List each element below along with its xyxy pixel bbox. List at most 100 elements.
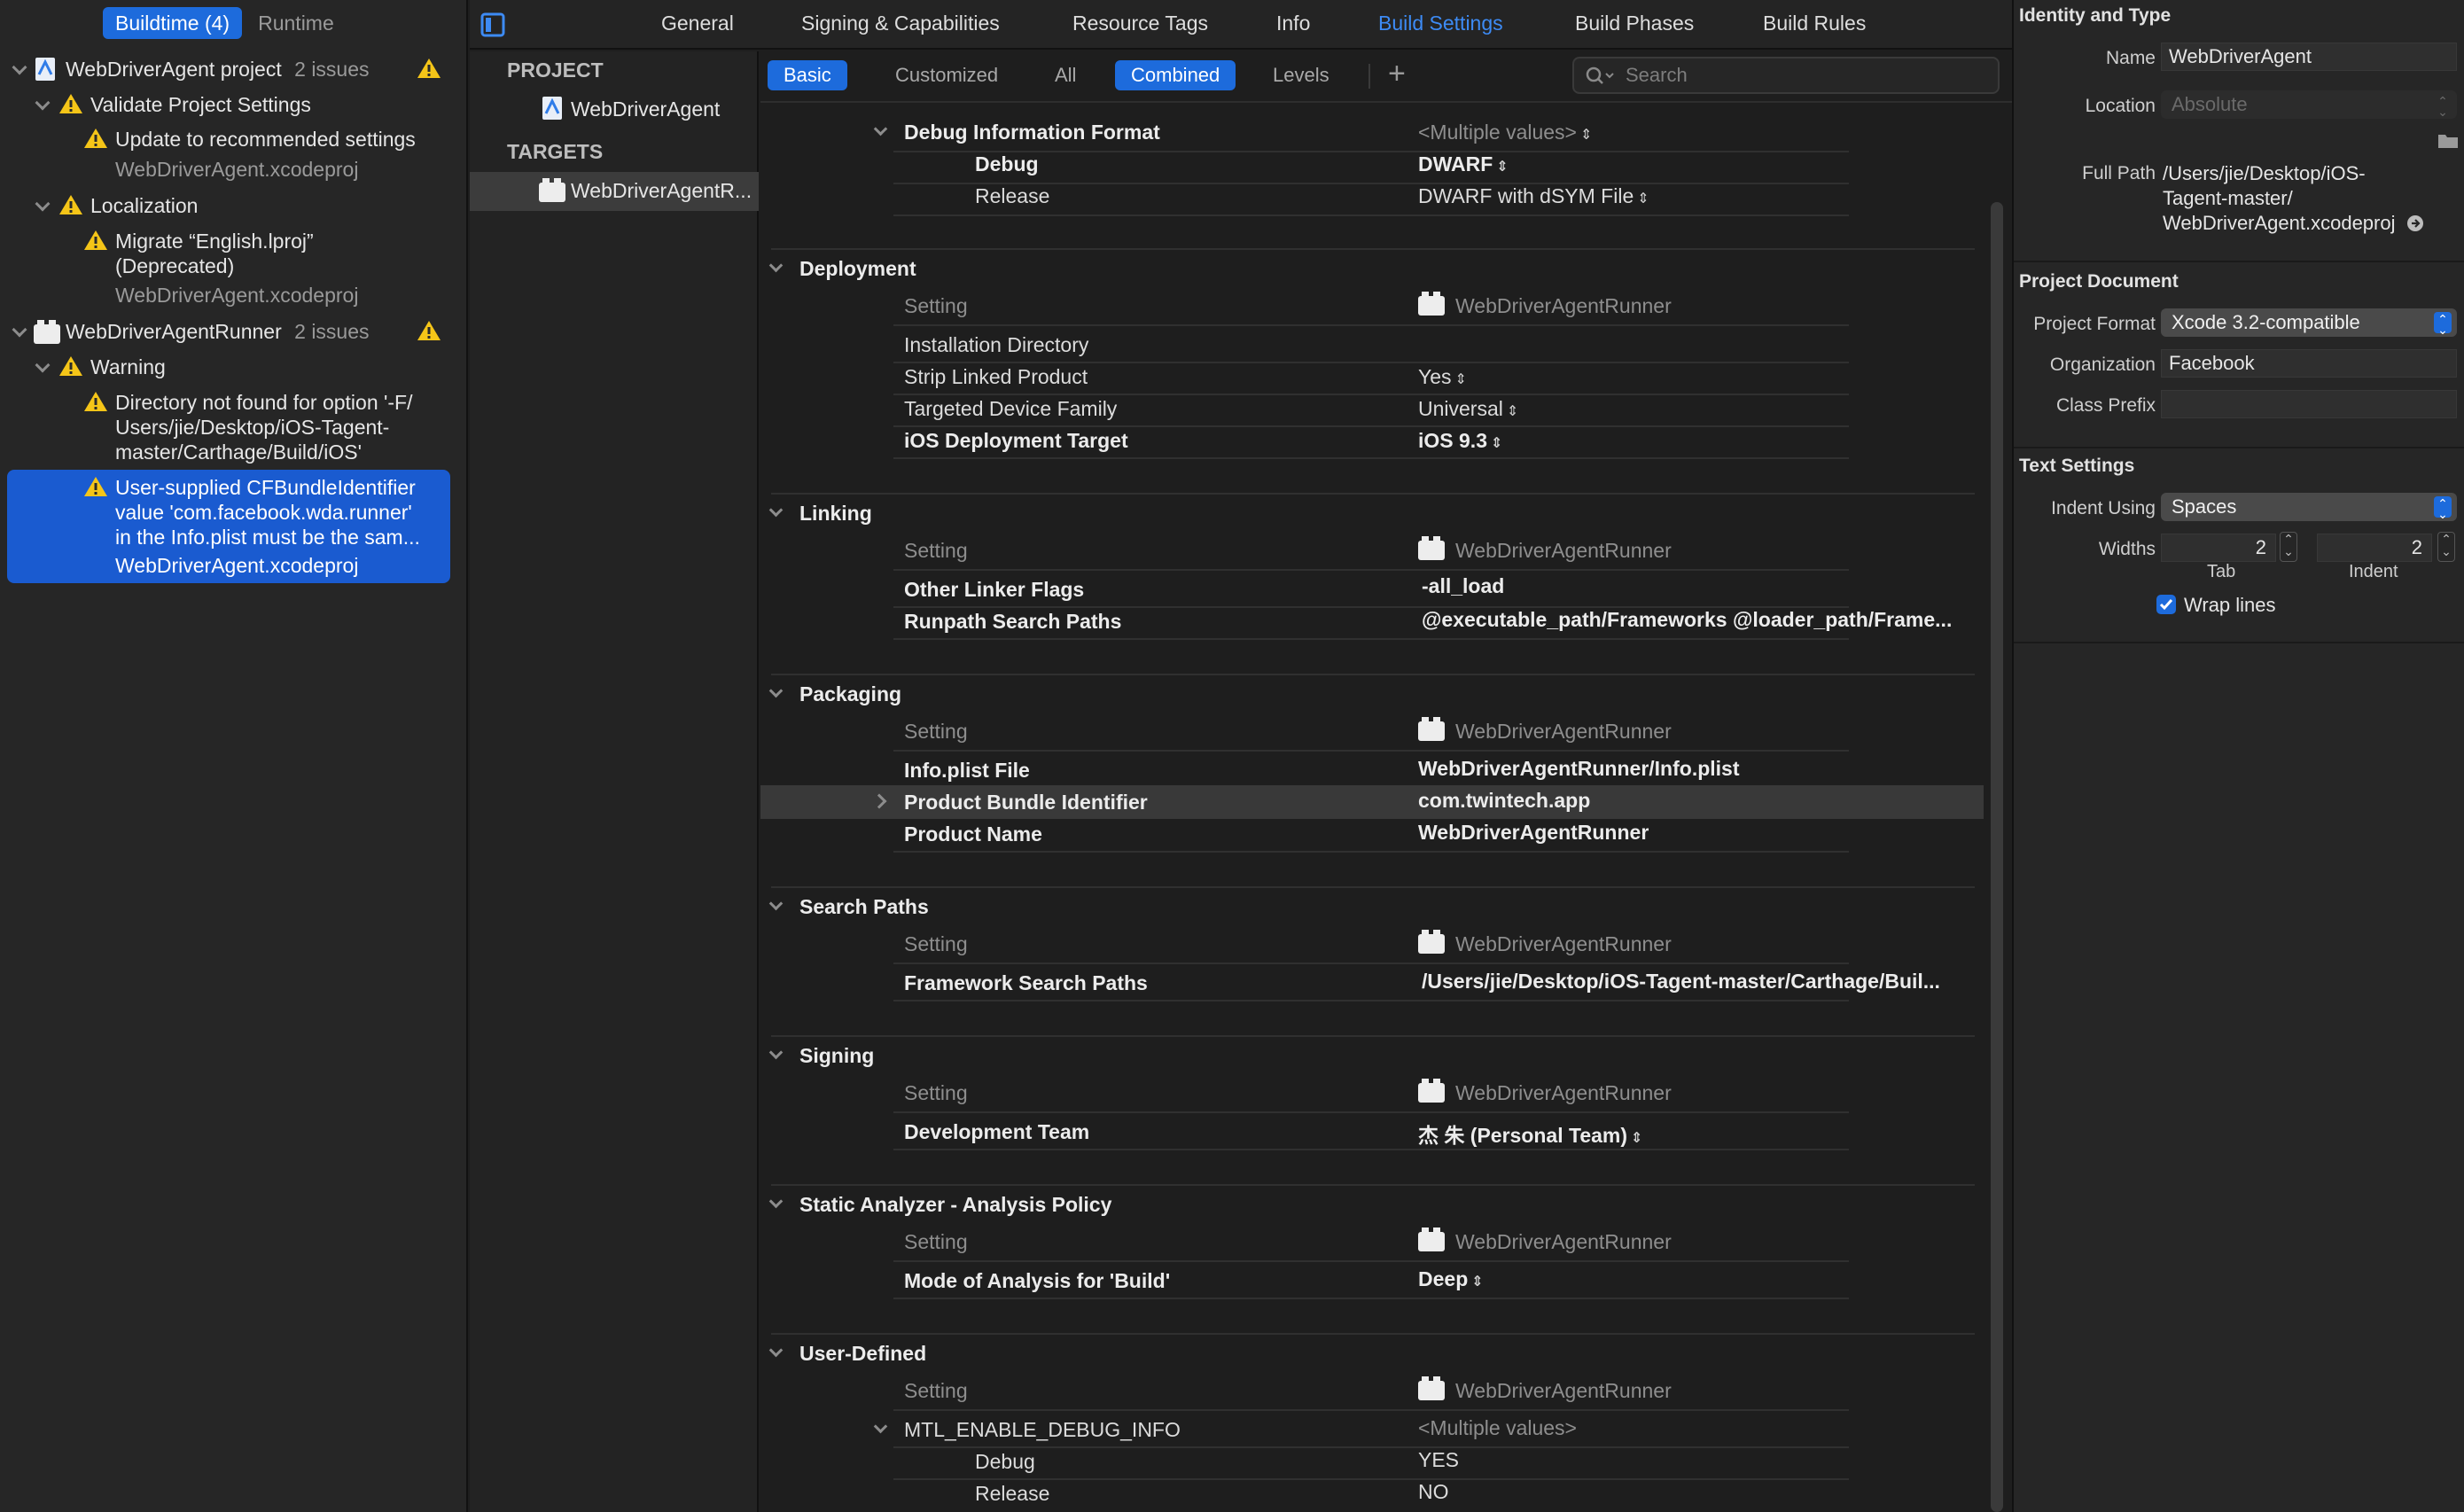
info-plist-label[interactable]: Info.plist File	[904, 759, 1030, 783]
other-linker-flags-value[interactable]: -all_load	[1422, 574, 1504, 598]
reveal-arrow-icon[interactable]	[2406, 214, 2424, 232]
disclosure-chevron-icon[interactable]	[35, 357, 51, 373]
info-plist-value[interactable]: WebDriverAgentRunner/Info.plist	[1418, 757, 1740, 781]
combined-filter[interactable]: Combined	[1115, 60, 1236, 90]
tab-signing[interactable]: Signing & Capabilities	[801, 12, 1000, 35]
tab-build-phases[interactable]: Build Phases	[1575, 12, 1694, 35]
disclosure-chevron-icon[interactable]	[768, 896, 784, 911]
search-field[interactable]: Search	[1572, 57, 2000, 94]
disclosure-chevron-icon[interactable]	[768, 683, 784, 698]
inspector-divider	[2014, 447, 2464, 448]
release-config-value[interactable]: DWARF with dSYM File ⇕	[1418, 184, 1649, 208]
installation-directory-label[interactable]: Installation Directory	[904, 333, 1088, 357]
project-file-icon	[542, 97, 562, 120]
vertical-scrollbar[interactable]	[1991, 202, 2003, 1512]
other-linker-flags-label[interactable]: Other Linker Flags	[904, 578, 1084, 602]
target-column-header: WebDriverAgentRunner	[1418, 292, 1672, 318]
name-field[interactable]: WebDriverAgent	[2161, 43, 2457, 71]
deployment-section-title[interactable]: Deployment	[799, 257, 916, 281]
analysis-mode-label[interactable]: Mode of Analysis for 'Build'	[904, 1269, 1170, 1293]
target-column-header: WebDriverAgentRunner	[1418, 1228, 1672, 1254]
bundle-identifier-value[interactable]: com.twintech.app	[1418, 789, 1590, 813]
runpath-search-paths-label[interactable]: Runpath Search Paths	[904, 610, 1121, 634]
tab-build-rules[interactable]: Build Rules	[1763, 12, 1866, 35]
update-settings-issue[interactable]: Update to recommended settings	[115, 127, 416, 152]
debug-config-value[interactable]: DWARF ⇕	[1418, 152, 1509, 176]
levels-filter[interactable]: Levels	[1257, 60, 1345, 90]
search-paths-section-title[interactable]: Search Paths	[799, 895, 929, 919]
indent-width-field[interactable]: 2	[2317, 534, 2432, 562]
disclosure-chevron-icon[interactable]	[12, 322, 27, 338]
mtl-debug-value[interactable]: YES	[1418, 1448, 1459, 1472]
tab-resource-tags[interactable]: Resource Tags	[1072, 12, 1208, 35]
runner-issue-row[interactable]: WebDriverAgentRunner 2 issues	[66, 319, 370, 344]
tab-general[interactable]: General	[661, 12, 734, 35]
debug-info-format-value[interactable]: <Multiple values> ⇕	[1418, 121, 1592, 144]
project-issue-row[interactable]: WebDriverAgent project 2 issues	[66, 57, 370, 82]
disclosure-chevron-icon[interactable]	[768, 1194, 784, 1209]
framework-search-paths-label[interactable]: Framework Search Paths	[904, 971, 1148, 995]
strip-linked-product-value[interactable]: Yes ⇕	[1418, 365, 1467, 389]
debug-info-format-label[interactable]: Debug Information Format	[904, 121, 1160, 144]
basic-filter[interactable]: Basic	[768, 60, 847, 90]
tab-width-field[interactable]: 2	[2161, 534, 2276, 562]
mtl-debug-info-value[interactable]: <Multiple values>	[1418, 1416, 1577, 1440]
buildtime-segment[interactable]: Buildtime (4)	[103, 7, 243, 39]
warning-group[interactable]: Warning	[90, 355, 166, 379]
indent-using-popup[interactable]: Spaces ⌃ ⌄	[2161, 493, 2457, 521]
localization-group[interactable]: Localization	[90, 193, 198, 218]
framework-search-paths-value[interactable]: /Users/jie/Desktop/iOS-Tagent-master/Car…	[1422, 970, 1940, 994]
development-team-value[interactable]: 杰 朱 (Personal Team) ⇕	[1418, 1118, 1642, 1149]
analysis-mode-value[interactable]: Deep ⇕	[1418, 1267, 1484, 1291]
deployment-target-label[interactable]: iOS Deployment Target	[904, 429, 1128, 453]
mtl-release-value[interactable]: NO	[1418, 1480, 1449, 1504]
disclosure-chevron-icon[interactable]	[873, 121, 888, 136]
signing-section-title[interactable]: Signing	[799, 1044, 874, 1068]
linking-section-title[interactable]: Linking	[799, 502, 872, 526]
packaging-section-title[interactable]: Packaging	[799, 682, 901, 706]
bundle-identifier-issue[interactable]: User-supplied CFBundleIdentifier value '…	[115, 475, 420, 578]
project-format-popup[interactable]: Xcode 3.2-compatible ⌃ ⌄	[2161, 308, 2457, 337]
device-family-label[interactable]: Targeted Device Family	[904, 397, 1117, 421]
mtl-debug-info-label[interactable]: MTL_ENABLE_DEBUG_INFO	[904, 1418, 1181, 1442]
sidebar-toggle-icon[interactable]	[480, 12, 505, 37]
development-team-label[interactable]: Development Team	[904, 1120, 1089, 1144]
all-filter[interactable]: All	[1039, 60, 1092, 90]
validate-group[interactable]: Validate Project Settings	[90, 92, 311, 117]
disclosure-chevron-icon[interactable]	[768, 1343, 784, 1358]
disclosure-chevron-icon[interactable]	[768, 258, 784, 273]
tab-build-settings[interactable]: Build Settings	[1378, 12, 1503, 35]
product-name-label[interactable]: Product Name	[904, 822, 1042, 846]
wrap-lines-checkbox[interactable]	[2156, 594, 2177, 615]
location-popup[interactable]: Absolute ⌃ ⌄	[2161, 90, 2457, 119]
deployment-target-value[interactable]: iOS 9.3 ⇕	[1418, 429, 1502, 453]
migrate-issue[interactable]: Migrate “English.lproj” (Deprecated)	[115, 229, 314, 278]
product-name-value[interactable]: WebDriverAgentRunner	[1418, 821, 1649, 845]
device-family-value[interactable]: Universal ⇕	[1418, 397, 1518, 421]
add-setting-icon[interactable]: +	[1388, 57, 1406, 91]
disclosure-chevron-icon[interactable]	[873, 1419, 888, 1434]
runtime-segment[interactable]: Runtime	[246, 7, 347, 39]
organization-field[interactable]: Facebook	[2161, 349, 2457, 378]
tab-info[interactable]: Info	[1276, 12, 1310, 35]
target-item[interactable]: WebDriverAgentR...	[571, 179, 752, 203]
universal-text: Universal	[1418, 397, 1503, 420]
runpath-search-paths-value[interactable]: @executable_path/Frameworks @loader_path…	[1422, 608, 1952, 632]
disclosure-chevron-icon[interactable]	[12, 59, 27, 75]
disclosure-chevron-icon[interactable]	[768, 503, 784, 518]
user-defined-section-title[interactable]: User-Defined	[799, 1342, 926, 1366]
tab-width-stepper[interactable]: ⌃ ⌄	[2280, 532, 2297, 562]
strip-linked-product-label[interactable]: Strip Linked Product	[904, 365, 1088, 389]
folder-icon[interactable]	[2437, 131, 2459, 149]
directory-not-found-issue[interactable]: Directory not found for option '-F/ User…	[115, 390, 413, 464]
row-divider	[893, 1000, 1849, 1002]
project-item[interactable]: WebDriverAgent	[571, 97, 720, 121]
disclosure-chevron-icon[interactable]	[35, 196, 51, 212]
indent-width-stepper[interactable]: ⌃ ⌄	[2437, 532, 2455, 562]
bundle-identifier-label[interactable]: Product Bundle Identifier	[904, 791, 1148, 814]
disclosure-chevron-icon[interactable]	[35, 95, 51, 111]
disclosure-chevron-icon[interactable]	[768, 1045, 784, 1060]
class-prefix-field[interactable]	[2161, 390, 2457, 418]
analyzer-section-title[interactable]: Static Analyzer - Analysis Policy	[799, 1193, 1111, 1217]
customized-filter[interactable]: Customized	[879, 60, 1014, 90]
